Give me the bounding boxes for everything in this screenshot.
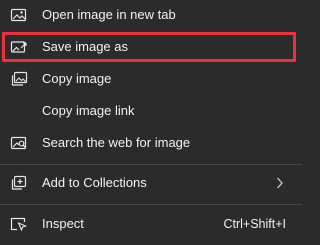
menu-item-label: Copy image: [42, 71, 112, 86]
copy-image-icon: [10, 71, 28, 87]
inspect-shortcut: Ctrl+Shift+I: [223, 217, 286, 231]
menu-separator: [0, 204, 302, 205]
chevron-right-icon: [276, 176, 284, 190]
menu-item-label: Inspect: [42, 216, 84, 231]
inspect-icon: [10, 216, 28, 232]
menu-item-search-web-image[interactable]: Search the web for image: [0, 128, 302, 158]
menu-item-inspect[interactable]: Inspect Ctrl+Shift+I: [0, 209, 302, 239]
visual-search-icon: [10, 135, 28, 151]
menu-item-label: Search the web for image: [42, 135, 191, 150]
highlight-box: [2, 32, 296, 62]
context-menu: Open image in new tab Save image as Copy…: [0, 0, 302, 245]
menu-separator: [0, 164, 302, 165]
menu-item-label: Open image in new tab: [42, 7, 176, 22]
menu-item-add-to-collections[interactable]: Add to Collections: [0, 168, 302, 198]
collections-icon: [10, 175, 28, 191]
menu-item-open-image-new-tab[interactable]: Open image in new tab: [0, 0, 302, 30]
image-new-tab-icon: [10, 7, 28, 23]
menu-item-label: Copy image link: [42, 103, 135, 118]
menu-item-label: Add to Collections: [42, 175, 147, 190]
menu-item-copy-image-link[interactable]: Copy image link: [0, 96, 302, 126]
menu-item-copy-image[interactable]: Copy image: [0, 64, 302, 94]
